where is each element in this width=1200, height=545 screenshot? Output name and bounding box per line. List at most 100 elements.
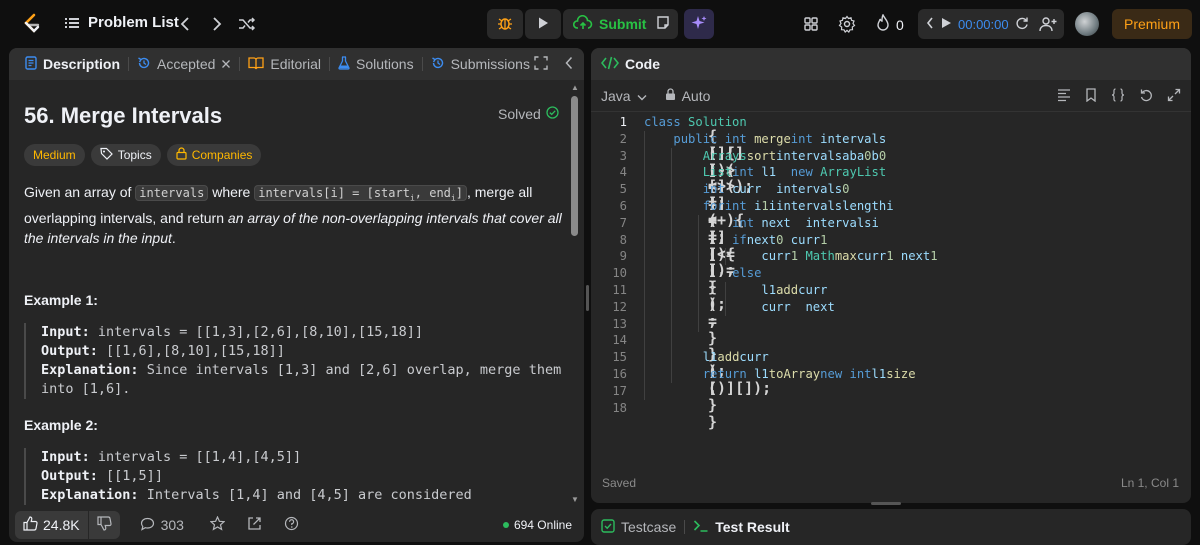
- scrollbar-thumb[interactable]: [571, 96, 578, 236]
- line-number: 17: [612, 383, 627, 398]
- code-line: 3 Arrays. sort(intervals, (a, b)-> a[0]- b[…: [591, 147, 1191, 178]
- explanation-value: Since intervals [1,3] and [2,6] overlap,…: [146, 362, 562, 378]
- note-button[interactable]: [648, 9, 678, 39]
- topics-badge[interactable]: Topics: [90, 144, 161, 166]
- code-text: } else{: [708, 266, 762, 297]
- line-number: 11: [612, 282, 627, 297]
- tab-submissions[interactable]: Submissions: [425, 48, 536, 80]
- share-external-icon[interactable]: [247, 516, 262, 534]
- example-output-line: Output: [[1,6],[8,10],[15,18]]: [41, 342, 564, 361]
- input-label: Input:: [41, 324, 90, 340]
- history-icon: [431, 56, 445, 73]
- help-icon[interactable]: [284, 516, 299, 534]
- avatar[interactable]: [1075, 12, 1099, 36]
- code-line: 10 } else{: [591, 265, 1191, 297]
- horizontal-resize-handle[interactable]: [871, 502, 901, 505]
- run-button[interactable]: [525, 9, 561, 39]
- tab-testcase-label: Testcase: [621, 519, 677, 535]
- submit-button[interactable]: Submit: [563, 9, 661, 39]
- description-panel: Description Accepted Editorial Solutions…: [9, 48, 584, 542]
- tab-test-result[interactable]: Test Result: [693, 519, 790, 536]
- add-user-icon[interactable]: [1037, 13, 1059, 35]
- comment-icon: [140, 517, 155, 534]
- streak-counter[interactable]: 0: [876, 13, 904, 35]
- example-explanation-line: into [1,6].: [41, 381, 131, 397]
- auto-mode[interactable]: Auto: [665, 88, 710, 104]
- language-select[interactable]: Java: [601, 88, 647, 104]
- bookmark-icon[interactable]: [1085, 88, 1097, 105]
- comments-button[interactable]: 303: [140, 517, 184, 534]
- vertical-resize-handle[interactable]: [586, 285, 589, 311]
- code-line: 8 if(next[0]<= curr[1]){: [591, 231, 1191, 262]
- tab-description[interactable]: Description: [19, 48, 126, 80]
- problem-list-button[interactable]: Problem List: [64, 14, 179, 31]
- output-value: [[1,6],[8,10],[15,18]]: [106, 343, 285, 359]
- dislike-button[interactable]: [87, 511, 120, 539]
- scroll-up-arrow-icon[interactable]: ▲: [570, 83, 580, 92]
- saved-status: Saved: [602, 476, 637, 490]
- line-number: 18: [612, 400, 627, 415]
- line-number: 5: [619, 182, 627, 197]
- expand-icon[interactable]: [1167, 88, 1181, 105]
- problem-description: Given an array of intervals where interv…: [24, 182, 564, 248]
- maximize-icon[interactable]: [534, 56, 548, 73]
- line-number: 15: [612, 350, 627, 365]
- thumbs-down-icon: [96, 516, 112, 534]
- description-tabbar: Description Accepted Editorial Solutions…: [9, 48, 584, 80]
- code-editor[interactable]: 1 class Solution { 2 public int[][] merge…: [591, 114, 1191, 430]
- line-number: 8: [619, 232, 627, 247]
- reset-icon[interactable]: [1015, 16, 1029, 33]
- line-number: 13: [612, 316, 627, 331]
- companies-badge[interactable]: Companies: [166, 144, 262, 166]
- star-icon[interactable]: [209, 515, 226, 534]
- vote-group: 24.8K: [15, 511, 120, 539]
- curly-braces-icon[interactable]: [1111, 88, 1125, 105]
- tab-testcase[interactable]: Testcase: [601, 518, 677, 536]
- code-line: 18}: [591, 400, 1191, 430]
- leetcode-logo-icon[interactable]: [20, 12, 44, 36]
- inline-code-text: ]: [455, 186, 463, 200]
- tab-solutions[interactable]: Solutions: [332, 48, 420, 80]
- format-lines-icon[interactable]: [1057, 88, 1071, 105]
- example-input-line: Input: intervals = [[1,3],[2,6],[8,10],[…: [41, 323, 564, 342]
- note-icon: [655, 15, 671, 34]
- tab-submissions-label: Submissions: [450, 56, 530, 72]
- ai-assistant-button[interactable]: [684, 9, 714, 39]
- tab-divider: [239, 57, 241, 71]
- code-brackets-icon: [600, 56, 620, 73]
- like-count: 24.8K: [43, 517, 80, 533]
- online-indicator: 694 Online: [502, 518, 572, 532]
- debug-button[interactable]: [487, 9, 523, 39]
- chevron-left-icon[interactable]: [926, 16, 934, 32]
- collapse-chevron-left-icon[interactable]: [564, 56, 574, 73]
- shuffle-icon[interactable]: [237, 14, 257, 34]
- flask-icon: [338, 55, 350, 73]
- layout-grid-icon[interactable]: [800, 13, 822, 35]
- cloud-upload-icon: [572, 14, 593, 34]
- code-text: List < int []> l1 = new ArrayList <>();: [702, 165, 887, 196]
- play-timer-icon[interactable]: [940, 16, 952, 32]
- problem-title[interactable]: 56. Merge Intervals: [24, 103, 222, 129]
- tab-editorial[interactable]: Editorial: [242, 48, 327, 80]
- scroll-down-arrow-icon[interactable]: ▼: [570, 495, 580, 504]
- code-toolbar: Java Auto: [591, 80, 1191, 112]
- thumbs-up-icon: [23, 516, 38, 534]
- undo-reset-icon[interactable]: [1139, 88, 1153, 105]
- description-text: Given an array of: [24, 184, 136, 200]
- close-icon[interactable]: [221, 56, 231, 72]
- output-label: Output:: [41, 343, 98, 359]
- test-panel: Testcase Test Result: [591, 509, 1191, 545]
- prev-problem-chevron-left-icon[interactable]: [175, 14, 195, 34]
- tab-accepted[interactable]: Accepted: [131, 48, 237, 80]
- tab-solutions-label: Solutions: [355, 56, 414, 72]
- next-problem-chevron-right-icon[interactable]: [207, 14, 227, 34]
- code-text: curr = next;: [708, 299, 835, 330]
- code-text: return l1. toArray(new int[l1. size ()][]);: [702, 366, 916, 397]
- gear-icon[interactable]: [836, 13, 858, 35]
- line-number: 1: [619, 115, 627, 129]
- like-button[interactable]: 24.8K: [15, 511, 88, 539]
- premium-button[interactable]: Premium: [1112, 9, 1192, 39]
- check-circle-icon: [546, 106, 559, 122]
- solved-status: Solved: [498, 106, 559, 122]
- tab-description-label: Description: [43, 56, 121, 72]
